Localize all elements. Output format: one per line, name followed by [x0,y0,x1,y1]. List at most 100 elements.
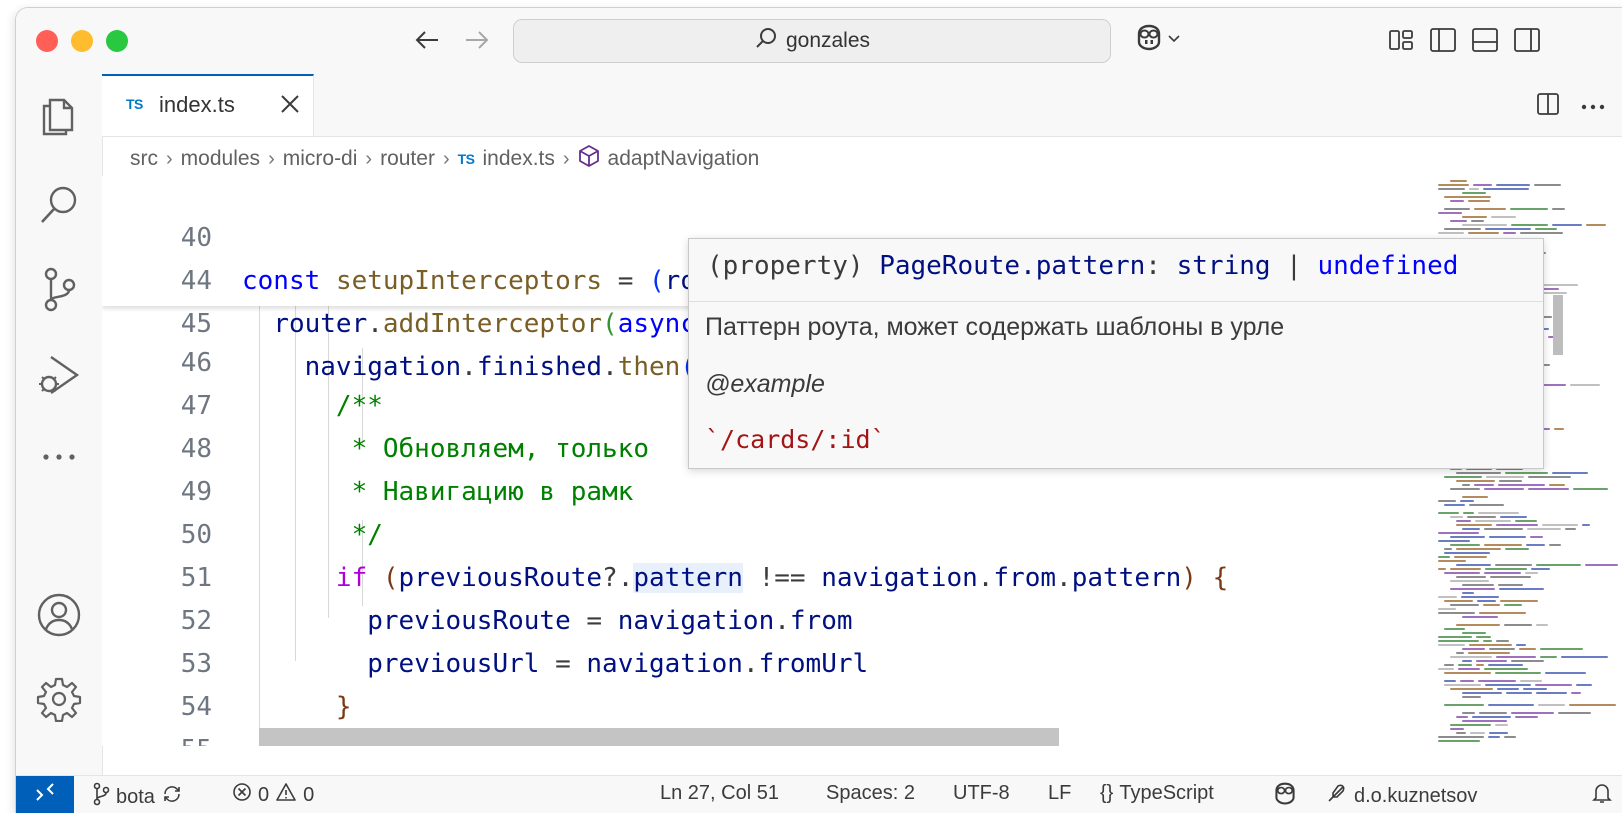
search-view-icon[interactable] [16,170,102,240]
warning-icon [275,782,297,808]
minimap-line [1485,228,1531,230]
explorer-icon[interactable] [16,80,102,150]
breadcrumb-item[interactable]: index.ts [483,147,555,171]
minimap-line [1462,528,1480,530]
minimap-line [1456,564,1491,566]
sig-prefix: (property) [707,251,880,281]
remote-indicator[interactable] [16,776,74,813]
command-center-search[interactable]: gonzales [513,19,1111,63]
horizontal-scrollbar[interactable] [259,728,1059,746]
cursor-position[interactable]: Ln 27, Col 51 [660,782,779,805]
copilot-status[interactable] [1272,782,1298,812]
toggle-secondary-sidebar-icon[interactable] [1512,25,1542,55]
minimap-line [1495,564,1532,566]
chevron-right-icon: › [562,147,570,170]
minimap-line [1474,208,1506,210]
accounts-icon[interactable] [16,580,102,650]
breadcrumb-item[interactable]: router [380,147,435,171]
minimap-line [1476,636,1491,638]
vertical-scrollbar-thumb[interactable] [1553,295,1563,355]
minimap-line [1450,568,1481,570]
split-editor-icon[interactable] [1536,92,1560,121]
status-bar: bota 0 0 Ln 27, Col 51 Spaces: 2 UTF-8 L… [16,775,1622,813]
minimap-line [1462,484,1470,486]
minimap-line [1503,232,1516,234]
copilot-menu[interactable] [1134,24,1181,56]
user-status[interactable]: d.o.kuznetsov [1326,782,1477,810]
sig-type: string [1176,251,1271,281]
sig-pipe: | [1270,251,1318,281]
minimap-line [1462,496,1488,498]
customize-layout-icon[interactable] [1386,25,1416,55]
minimap-line [1444,552,1490,554]
minimap-line [1520,680,1542,682]
minimap-line [1444,208,1470,210]
minimap-line [1467,516,1496,518]
maximize-window-button[interactable] [106,30,128,52]
toggle-primary-sidebar-icon[interactable] [1428,25,1458,55]
encoding-status[interactable]: UTF-8 [953,782,1010,805]
minimap-line [1438,596,1457,598]
eol-status[interactable]: LF [1048,782,1071,805]
minimap-line [1535,684,1572,686]
minimap-line [1444,672,1491,674]
minimap-line [1471,220,1484,222]
minimize-window-button[interactable] [71,30,93,52]
minimap-line [1554,428,1564,430]
breadcrumb-item[interactable]: adaptNavigation [608,147,760,171]
minimap-line [1500,600,1538,602]
tab-index-ts[interactable]: TS index.ts [102,74,314,136]
minimap-line [1542,292,1567,294]
toggle-panel-icon[interactable] [1470,25,1500,55]
minimap-line [1438,612,1475,614]
minimap-line [1504,624,1532,626]
minimap-line [1484,488,1524,490]
minimap-line [1438,636,1472,638]
close-icon[interactable] [278,92,302,116]
minimap-line [1456,548,1501,550]
minimap-line [1458,668,1480,670]
minimap-line [1536,692,1567,694]
back-arrow-icon[interactable] [410,24,444,56]
minimap-line [1438,540,1470,542]
minimap-line [1496,640,1509,642]
manage-gear-icon[interactable] [16,664,102,734]
breadcrumb-item[interactable]: micro-di [283,147,358,171]
minimap-line [1450,728,1464,730]
minimap-line [1450,544,1480,546]
breadcrumb-item[interactable]: modules [181,147,260,171]
minimap-line [1569,704,1616,706]
typescript-file-icon: TS [457,151,475,167]
language-name: TypeScript [1119,782,1214,804]
problems-status[interactable]: 0 0 [232,782,314,808]
language-mode[interactable]: {} TypeScript [1100,782,1214,805]
minimap-line [1515,716,1538,718]
minimap-line [1462,592,1474,594]
branch-status[interactable]: bota [92,782,183,812]
minimap-line [1444,476,1482,478]
indentation-status[interactable]: Spaces: 2 [826,782,915,805]
minimap-line [1462,192,1486,194]
more-actions-icon[interactable] [1580,98,1606,116]
close-window-button[interactable] [36,30,58,52]
minimap-line [1570,384,1600,386]
layout-controls [1386,25,1542,55]
breadcrumb-item[interactable]: src [130,147,158,171]
minimap-line [1552,472,1588,474]
minimap-line [1484,528,1523,530]
forward-arrow-icon[interactable] [460,24,494,56]
run-and-debug-icon[interactable] [16,340,102,410]
minimap-line [1472,716,1511,718]
more-views-icon[interactable] [16,422,102,492]
minimap-line [1456,732,1466,734]
minimap-line [1444,704,1484,706]
editor-actions [1536,92,1606,121]
minimap-line [1462,648,1485,650]
minimap-line [1576,684,1592,686]
notifications-status[interactable] [1592,782,1612,810]
sync-icon [161,783,183,811]
minimap-line [1573,488,1608,490]
minimap-line [1468,652,1510,654]
source-control-icon[interactable] [16,254,102,324]
minimap-line [1483,604,1500,606]
